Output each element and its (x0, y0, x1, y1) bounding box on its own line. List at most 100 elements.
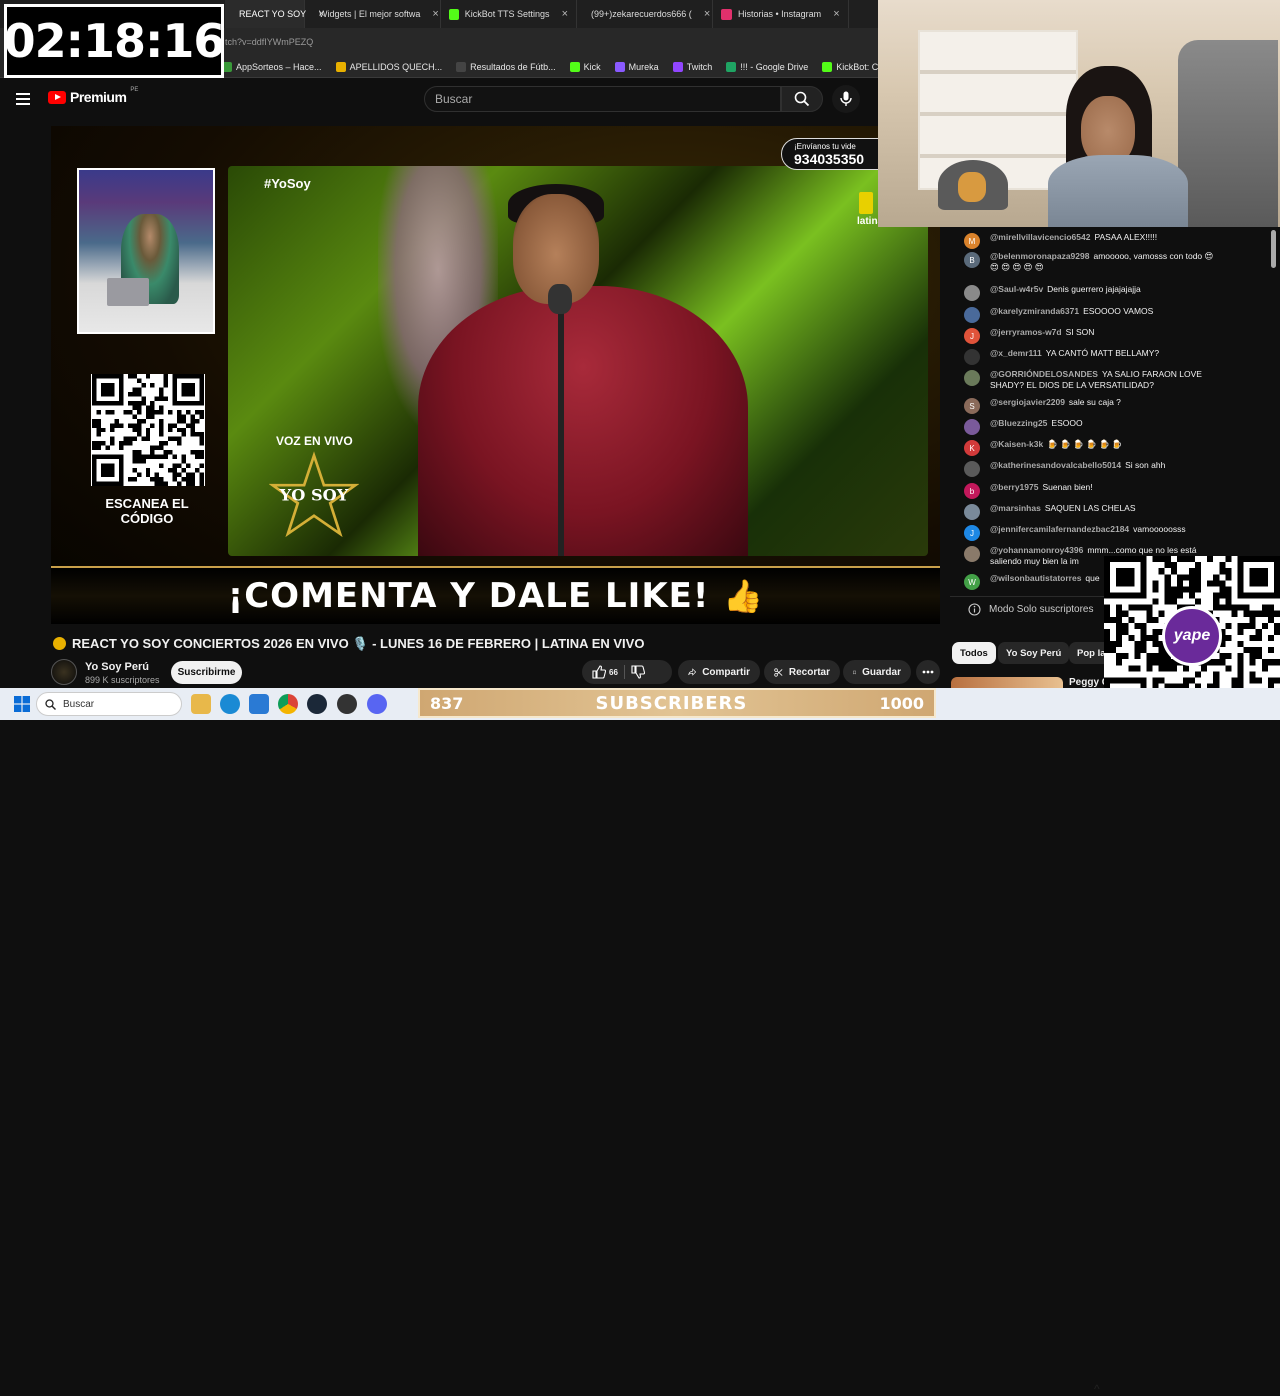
search-button[interactable] (781, 86, 823, 112)
chat-avatar[interactable] (964, 504, 980, 520)
chat-message[interactable]: M @mirellvillavicencio6542 PASAA ALEX!!!!! (964, 232, 1224, 249)
chrome-icon[interactable] (278, 694, 298, 714)
tab-close-icon[interactable]: × (704, 8, 710, 20)
chat-avatar[interactable] (964, 370, 980, 386)
chat-avatar[interactable] (964, 461, 980, 477)
chat-avatar[interactable]: b (964, 483, 980, 499)
chat-message[interactable]: @marsinhas SAQUEN LAS CHELAS (964, 503, 1224, 520)
chat-avatar[interactable]: M (964, 233, 980, 249)
browser-tab[interactable]: Widgets | El mejor softwa × (305, 0, 441, 28)
chat-avatar[interactable] (964, 307, 980, 323)
live-chat[interactable]: M @mirellvillavicencio6542 PASAA ALEX!!!!!… (950, 227, 1280, 595)
chat-avatar[interactable]: B (964, 252, 980, 268)
filter-chip[interactable]: Todos (952, 642, 996, 664)
browser-tab[interactable]: REACT YO SOY × (225, 0, 325, 28)
chat-message[interactable]: @GORRIÓNDELOSANDES YA SALIO FARAON LOVE S… (964, 369, 1224, 391)
chat-avatar[interactable] (964, 419, 980, 435)
chat-message[interactable]: @Saul-w4r5v Denis guerrero jajajajajja (964, 284, 1224, 301)
file-explorer-icon[interactable] (191, 694, 211, 714)
chat-message[interactable]: J @jerryramos-w7d SI SON (964, 327, 1224, 344)
bookmark-item[interactable]: Kick (569, 61, 601, 72)
chat-avatar[interactable] (964, 285, 980, 301)
discord-icon[interactable] (367, 694, 387, 714)
title-emoji-icon (53, 637, 66, 650)
more-actions-button[interactable] (916, 660, 940, 684)
menu-icon[interactable] (16, 91, 32, 107)
browser-tab[interactable]: Historias • Instagram × (713, 0, 849, 28)
bookmark-item[interactable]: KickBot: Customiza... (822, 61, 878, 72)
chat-username[interactable]: @yohannamonroy4396 (990, 545, 1083, 555)
chat-username[interactable]: @mirellvillavicencio6542 (990, 232, 1090, 242)
like-count: 66 (609, 667, 618, 677)
chat-username[interactable]: @belenmoronapaza9298 (990, 251, 1089, 261)
chat-username[interactable]: @jerryramos-w7d (990, 327, 1062, 337)
chat-username[interactable]: @Bluezzing25 (990, 418, 1047, 428)
chat-message[interactable]: K @Kaisen-k3k 🍺 🍺 🍺 🍺 🍺 🍺 (964, 439, 1224, 456)
edge-icon[interactable] (220, 694, 240, 714)
chat-avatar[interactable]: K (964, 440, 980, 456)
chat-message[interactable]: J @jennifercamilafernandezbac2184 vamooooo… (964, 524, 1224, 541)
bookmark-item[interactable]: !!! - Google Drive (726, 61, 808, 72)
chat-username[interactable]: @wilsonbautistatorres (990, 573, 1081, 583)
chat-username[interactable]: @jennifercamilafernandezbac2184 (990, 524, 1129, 534)
obs-icon[interactable] (337, 694, 357, 714)
share-button[interactable]: Compartir (678, 660, 760, 684)
chat-username[interactable]: @sergiojavier2209 (990, 397, 1065, 407)
scissors-icon (774, 667, 783, 677)
save-button[interactable]: Guardar (843, 660, 911, 684)
chat-text: PASAA ALEX!!!!! (1094, 232, 1158, 242)
youtube-logo[interactable]: Premium PE (48, 87, 138, 105)
chat-message[interactable]: @karelyzmiranda6371 ESOOOO VAMOS (964, 306, 1224, 323)
chat-avatar[interactable]: S (964, 398, 980, 414)
bookmark-item[interactable]: AppSorteos – Hace... (222, 61, 322, 72)
chat-message[interactable]: S @sergiojavier2209 sale su caja ? (964, 397, 1224, 414)
like-button[interactable]: 66 (592, 665, 618, 679)
steam-icon[interactable] (307, 694, 327, 714)
voice-search-button[interactable] (832, 85, 860, 113)
tab-close-icon[interactable]: × (562, 8, 568, 20)
chat-message[interactable]: @Bluezzing25 ESOOO (964, 418, 1224, 435)
cta-text: ¡COMENTA Y DALE LIKE! (227, 576, 710, 616)
dislike-icon[interactable] (631, 665, 645, 679)
bookmark-item[interactable]: Twitch (672, 61, 712, 72)
chat-username[interactable]: @Kaisen-k3k (990, 439, 1043, 449)
chat-username[interactable]: @berry1975 (990, 482, 1038, 492)
chat-username[interactable]: @karelyzmiranda6371 (990, 306, 1079, 316)
channel-avatar[interactable] (51, 659, 77, 685)
chat-username[interactable]: @katherinesandovalcabello5014 (990, 460, 1121, 470)
filter-chip[interactable]: Yo Soy Perú (998, 642, 1070, 664)
chat-message[interactable]: B @belenmoronapaza9298 amooooo, vamosss co… (964, 251, 1224, 273)
store-icon[interactable] (249, 694, 269, 714)
video-player[interactable]: #YoSoy latina ¡Envíanos tu vide 93403535… (51, 126, 940, 624)
search-input[interactable]: Buscar (424, 86, 781, 112)
windows-start-icon[interactable] (14, 696, 30, 712)
chat-avatar[interactable]: J (964, 525, 980, 541)
browser-tab[interactable]: KickBot TTS Settings × (441, 0, 577, 28)
browser-tab[interactable]: (99+)zekarecuerdos666 (× (577, 0, 713, 28)
bookmark-item[interactable]: APELLIDOS QUECH... (335, 61, 442, 72)
tab-close-icon[interactable]: × (833, 8, 839, 20)
chat-username[interactable]: @x_demr111 (990, 348, 1042, 358)
subscribe-button[interactable]: Suscribirme (171, 661, 242, 684)
chat-mode-label: Modo Solo suscriptores (989, 604, 1094, 615)
chat-avatar[interactable] (964, 546, 980, 562)
tray-chevron-up-icon[interactable]: ^ (1094, 1382, 1100, 1396)
taskbar-search-input[interactable]: Buscar (36, 692, 182, 716)
chat-scrollbar[interactable] (1271, 230, 1276, 268)
channel-name[interactable]: Yo Soy Perú (85, 661, 149, 673)
chat-message[interactable]: @katherinesandovalcabello5014 Si son ahh (964, 460, 1224, 477)
clip-button[interactable]: Recortar (764, 660, 840, 684)
thumbs-up-icon (592, 665, 606, 679)
bookmark-item[interactable]: Resultados de Fútb... (456, 61, 556, 72)
chat-avatar[interactable]: J (964, 328, 980, 344)
chat-username[interactable]: @GORRIÓNDELOSANDES (990, 369, 1098, 379)
chat-avatar[interactable]: W (964, 574, 980, 590)
chat-message[interactable]: b @berry1975 Suenan bien! (964, 482, 1224, 499)
tab-close-icon[interactable]: × (432, 8, 438, 20)
chat-message[interactable]: @x_demr111 YA CANTÓ MATT BELLAMY? (964, 348, 1224, 365)
bookmark-item[interactable]: Mureka (614, 61, 659, 72)
chat-username[interactable]: @marsinhas (990, 503, 1041, 513)
chat-message-body: @Kaisen-k3k 🍺 🍺 🍺 🍺 🍺 🍺 (990, 439, 1123, 456)
chat-avatar[interactable] (964, 349, 980, 365)
chat-username[interactable]: @Saul-w4r5v (990, 284, 1043, 294)
